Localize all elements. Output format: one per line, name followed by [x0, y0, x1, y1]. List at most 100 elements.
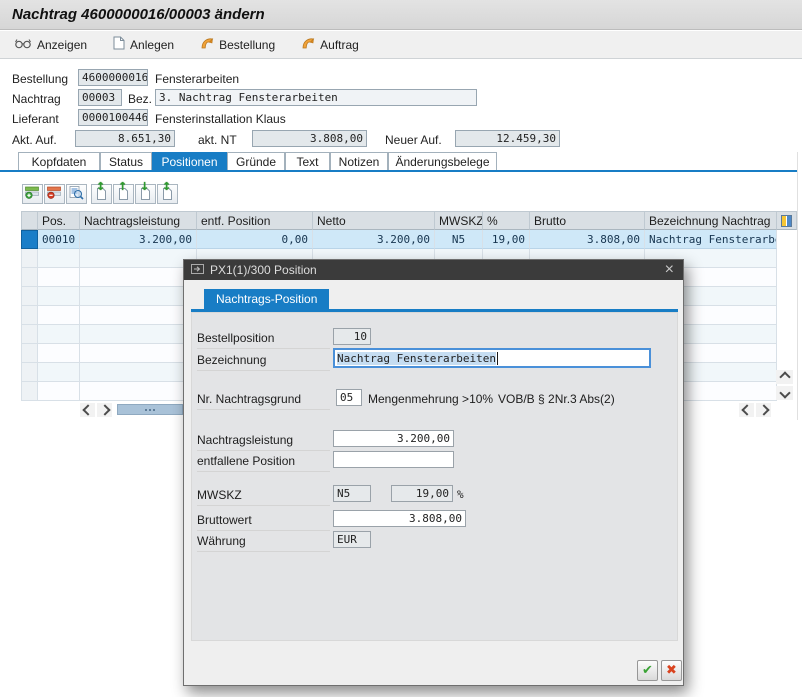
nachtrag-field[interactable]: 00003	[78, 89, 122, 106]
row-selector-cell[interactable]	[21, 230, 38, 249]
cell-nachtragsleistung[interactable]	[80, 344, 197, 363]
focus-corner-mark	[333, 348, 340, 355]
bestellung-label: Bestellung	[12, 71, 68, 87]
cell-brutto[interactable]: 3.808,00	[530, 230, 645, 249]
anzeigen-button[interactable]: Anzeigen	[8, 35, 93, 55]
cell-pos[interactable]	[38, 344, 80, 363]
bez-field[interactable]: 3. Nachtrag Fensterarbeiten	[155, 89, 477, 106]
scroll-up-button[interactable]	[776, 370, 793, 384]
nachtragsgrund-text2: VOB/B § 2Nr.3 Abs(2)	[498, 391, 615, 407]
ribbon-icon	[301, 36, 315, 53]
table-settings-icon[interactable]	[781, 215, 792, 227]
neuer-auf-field: 12.459,30	[455, 130, 560, 147]
tab-text[interactable]: Text	[285, 152, 330, 170]
cell-bezeichnung[interactable]: Nachtrag Fensterarbeiten	[645, 230, 777, 249]
tab-aenderungsbelege[interactable]: Änderungsbelege	[388, 152, 497, 170]
akt-nt-field: 3.808,00	[252, 130, 367, 147]
tab-notizen[interactable]: Notizen	[330, 152, 388, 170]
cell-nachtragsleistung[interactable]	[80, 306, 197, 325]
cell-pos[interactable]	[38, 325, 80, 344]
bestellung-button[interactable]: Bestellung	[194, 33, 281, 56]
cell-nachtragsleistung[interactable]	[80, 363, 197, 382]
focus-corner-mark	[333, 361, 340, 368]
insert-row-button[interactable]	[22, 184, 43, 204]
row-selector-cell[interactable]	[21, 306, 38, 325]
auftrag-label: Auftrag	[320, 38, 359, 52]
nachtragsleistung-field[interactable]: 3.200,00	[333, 430, 454, 447]
waehrung-field: EUR	[333, 531, 371, 548]
tab-kopfdaten[interactable]: Kopfdaten	[18, 152, 100, 170]
cell-pos[interactable]	[38, 382, 80, 401]
row-selector-cell[interactable]	[21, 344, 38, 363]
cell-netto[interactable]: 3.200,00	[313, 230, 435, 249]
tab-positionen[interactable]: Positionen	[152, 152, 227, 170]
dialog-titlebar[interactable]: PX1(1)/300 Position ×	[184, 260, 683, 280]
cell-nachtragsleistung[interactable]	[80, 268, 197, 287]
cell-prozent[interactable]: 19,00	[483, 230, 530, 249]
bestellung-field[interactable]: 4600000016	[78, 69, 148, 86]
nachtragsgrund-field[interactable]: 05	[336, 389, 362, 406]
row-selector-cell[interactable]	[21, 382, 38, 401]
tab-gruende[interactable]: Gründe	[227, 152, 285, 170]
bestellposition-field: 10	[333, 328, 371, 345]
scroll-last-button[interactable]: ↕	[157, 184, 178, 204]
cell-pos[interactable]	[38, 268, 80, 287]
akt-auf-field: 8.651,30	[75, 130, 175, 147]
akt-nt-label: akt. NT	[198, 132, 237, 148]
confirm-button[interactable]: ✔	[637, 660, 658, 681]
cell-pos[interactable]	[38, 306, 80, 325]
cell-nachtragsleistung[interactable]: 3.200,00	[80, 230, 197, 249]
cell-nachtragsleistung[interactable]	[80, 287, 197, 306]
cancel-button[interactable]: ✖	[661, 660, 682, 681]
dialog-close-button[interactable]: ×	[663, 262, 676, 278]
row-selector-cell[interactable]	[21, 363, 38, 382]
scroll-right-button[interactable]	[97, 403, 112, 417]
row-selector-cell[interactable]	[21, 287, 38, 306]
scroll-down-button[interactable]	[776, 386, 793, 400]
scroll-left-button-right[interactable]	[739, 403, 754, 417]
row-selector-cell[interactable]	[21, 325, 38, 344]
dialog-window-icon	[191, 263, 204, 277]
cell-pos[interactable]	[38, 287, 80, 306]
table-row-selected[interactable]: 00010 3.200,00 0,00 3.200,00 N5 19,00 3.…	[21, 230, 777, 249]
mwskz-label: MWSKZ	[197, 488, 330, 506]
cell-mwskz[interactable]: N5	[435, 230, 483, 249]
sap-window: Nachtrag 4600000016/00003 ändern Anzeige…	[0, 0, 802, 697]
dialog-tab-nachtrags-position[interactable]: Nachtrags-Position	[204, 289, 329, 309]
delete-row-icon	[47, 186, 62, 202]
delete-row-button[interactable]	[44, 184, 65, 204]
lieferant-field[interactable]: 0000100446	[78, 109, 148, 126]
cell-pos[interactable]	[38, 363, 80, 382]
chevron-right-icon	[758, 404, 769, 415]
tab-status[interactable]: Status	[100, 152, 152, 170]
cell-entf-position[interactable]: 0,00	[197, 230, 313, 249]
anlegen-button[interactable]: Anlegen	[107, 33, 180, 56]
page-up-button[interactable]: ↑	[113, 184, 134, 204]
page-updown-icon: ↕	[97, 188, 106, 200]
cell-nachtragsleistung[interactable]	[80, 325, 197, 344]
cell-pos[interactable]	[38, 249, 80, 268]
page-down-button[interactable]: ↓	[135, 184, 156, 204]
scrollbar-grip	[145, 409, 147, 411]
header-config-cell	[777, 211, 797, 230]
bruttowert-field[interactable]: 3.808,00	[333, 510, 466, 527]
detail-view-button[interactable]	[66, 184, 87, 204]
row-selector-cell[interactable]	[21, 268, 38, 287]
row-selector-cell[interactable]	[21, 249, 38, 268]
entfallene-position-field[interactable]	[333, 451, 454, 468]
cell-nachtragsleistung[interactable]	[80, 382, 197, 401]
header-netto: Netto	[313, 211, 435, 230]
focus-corner-mark	[644, 361, 651, 368]
auftrag-button[interactable]: Auftrag	[295, 33, 365, 56]
h-scrollbar-thumb[interactable]	[117, 404, 183, 415]
mwskz-field: N5	[333, 485, 371, 502]
tab-strip: Kopfdaten Status Positionen Gründe Text …	[0, 152, 797, 170]
cell-nachtragsleistung[interactable]	[80, 249, 197, 268]
bezeichnung-field[interactable]: Nachtrag Fensterarbeiten	[333, 348, 651, 368]
scroll-left-button[interactable]	[80, 403, 95, 417]
bestellung-label: Bestellung	[219, 38, 275, 52]
scroll-right-button-right[interactable]	[756, 403, 771, 417]
waehrung-label: Währung	[197, 534, 330, 552]
cell-pos[interactable]: 00010	[38, 230, 80, 249]
scroll-first-button[interactable]: ↕	[91, 184, 112, 204]
